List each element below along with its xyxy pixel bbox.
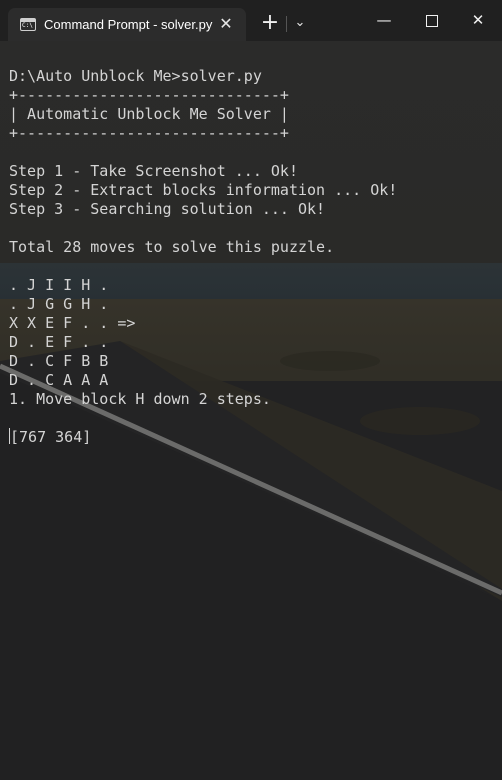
title-bar: Command Prompt - solver.py ✕ + ⌄ — ✕ <box>0 0 502 41</box>
console-output: D:\Auto Unblock Me>solver.py +-----------… <box>9 67 397 447</box>
console-line: Step 1 - Take Screenshot ... Ok! <box>9 162 298 180</box>
console-line: . J I I H . <box>9 276 109 294</box>
console-line: D:\Auto Unblock Me>solver.py <box>9 67 262 85</box>
console-line: Step 2 - Extract blocks information ... … <box>9 181 398 199</box>
console-line: | Automatic Unblock Me Solver | <box>9 105 289 123</box>
console-line: Total 28 moves to solve this puzzle. <box>9 238 335 256</box>
console-line: . J G G H . <box>9 295 109 313</box>
close-button[interactable]: ✕ <box>463 6 493 34</box>
console-line: +-----------------------------+ <box>9 86 289 104</box>
tab-command-prompt[interactable]: Command Prompt - solver.py ✕ <box>8 8 246 41</box>
console-line: +-----------------------------+ <box>9 124 289 142</box>
tab-title: Command Prompt - solver.py <box>44 17 213 32</box>
console-icon <box>20 18 36 31</box>
console-line: D . E F . . <box>9 333 109 351</box>
console-line: D . C F B B <box>9 352 109 370</box>
console-area[interactable]: D:\Auto Unblock Me>solver.py +-----------… <box>0 41 502 780</box>
prompt-text: [767 364] <box>10 428 92 446</box>
console-prompt-line: [767 364] <box>9 428 397 447</box>
console-line: 1. Move block H down 2 steps. <box>9 390 271 408</box>
divider <box>286 16 287 32</box>
maximize-button[interactable] <box>417 6 447 34</box>
chevron-down-icon[interactable]: ⌄ <box>290 12 310 34</box>
plus-icon[interactable]: + <box>259 12 281 34</box>
console-line: Step 3 - Searching solution ... Ok! <box>9 200 326 218</box>
minimize-button[interactable]: — <box>369 6 399 34</box>
maximize-icon <box>426 14 438 27</box>
console-line: X X E F . . => <box>9 314 136 332</box>
close-icon[interactable]: ✕ <box>214 12 238 36</box>
console-line: D . C A A A <box>9 371 109 389</box>
